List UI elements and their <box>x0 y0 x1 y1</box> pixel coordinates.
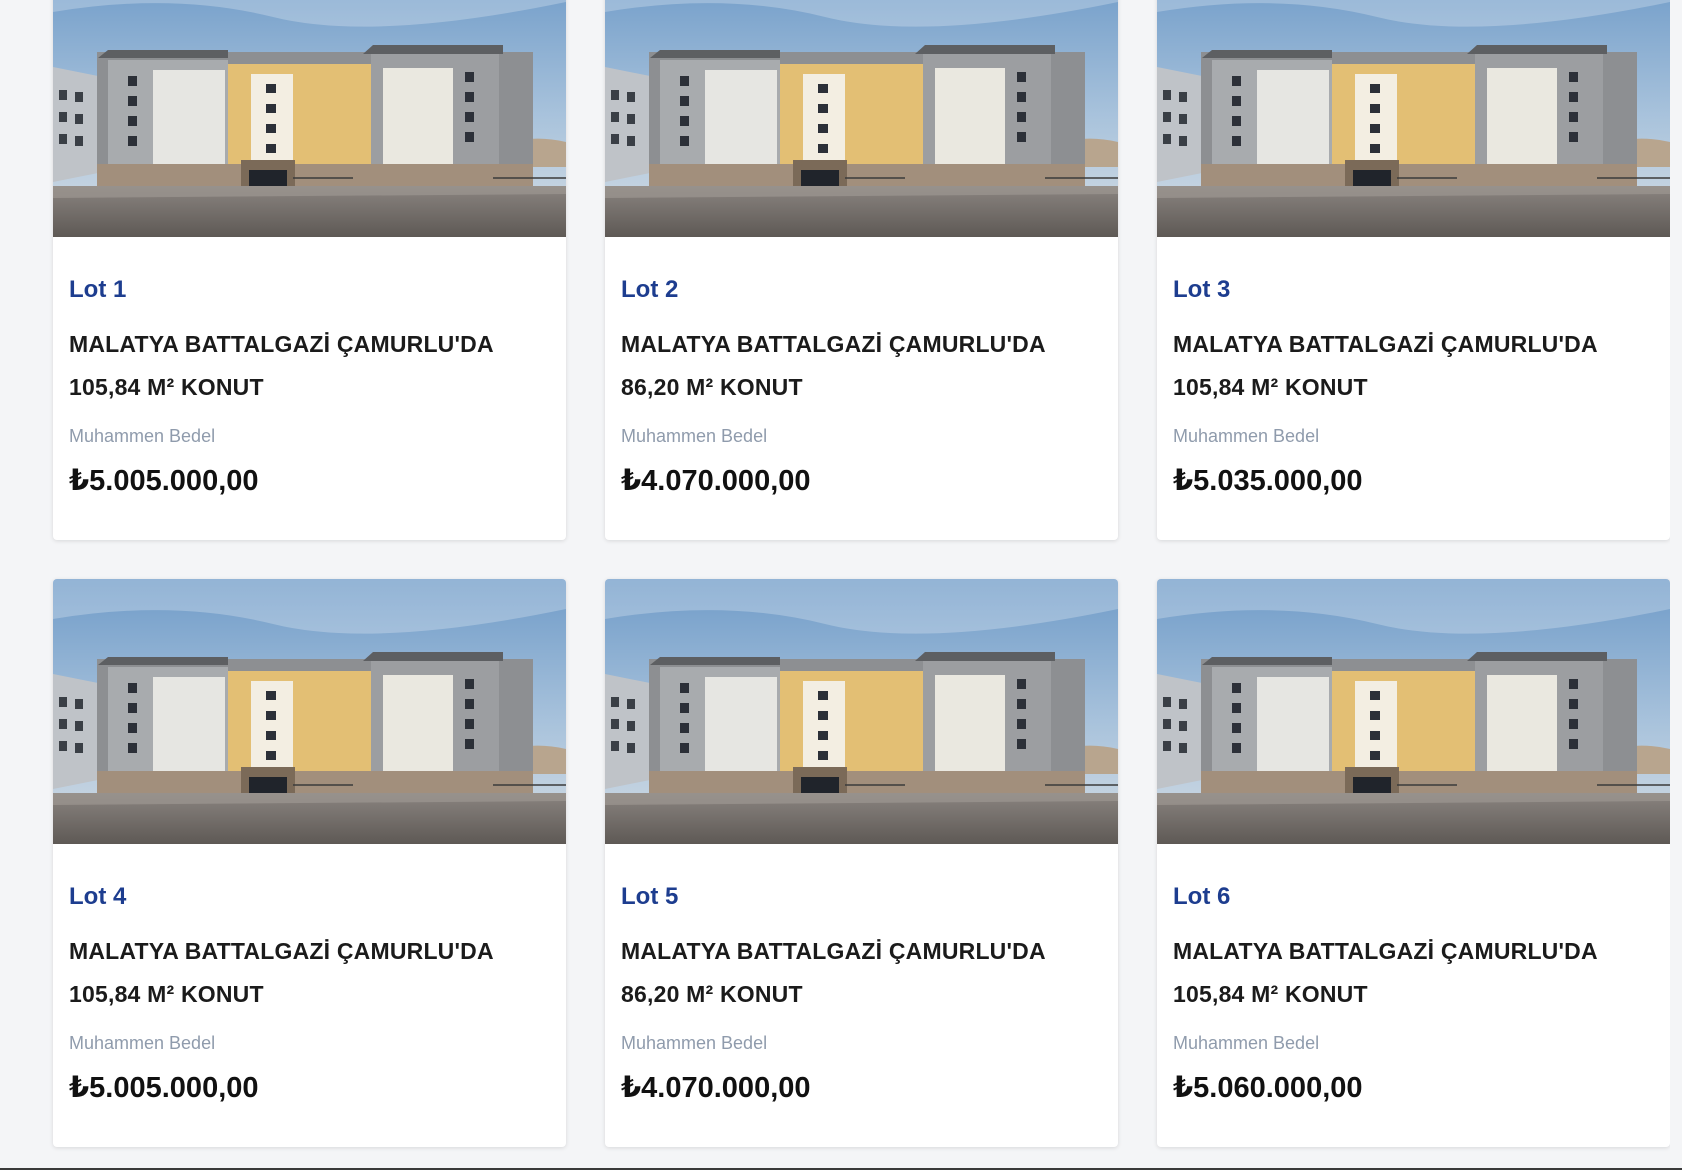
lot-title-line1: MALATYA BATTALGAZİ ÇAMURLU'DA <box>1173 331 1598 357</box>
lot-price: ₺4.070.000,00 <box>621 1072 811 1104</box>
lot-number[interactable]: Lot 4 <box>69 882 550 912</box>
price-label: Muhammen Bedel <box>621 1033 768 1053</box>
lot-price: ₺4.070.000,00 <box>621 465 811 497</box>
price-label: Muhammen Bedel <box>69 426 216 446</box>
lot-title-line2: 105,84 M² KONUT <box>69 374 264 400</box>
lot-card[interactable]: Lot 6 MALATYA BATTALGAZİ ÇAMURLU'DA 105,… <box>1157 579 1670 1147</box>
lot-title-line1: MALATYA BATTALGAZİ ÇAMURLU'DA <box>621 331 1046 357</box>
lot-title-line1: MALATYA BATTALGAZİ ÇAMURLU'DA <box>69 938 494 964</box>
lot-price: ₺5.005.000,00 <box>69 465 259 497</box>
building-photo-svg <box>1157 579 1670 844</box>
lot-card[interactable]: Lot 3 MALATYA BATTALGAZİ ÇAMURLU'DA 105,… <box>1157 0 1670 540</box>
property-photo[interactable] <box>1157 0 1670 237</box>
property-photo[interactable] <box>605 0 1118 237</box>
lot-card[interactable]: Lot 5 MALATYA BATTALGAZİ ÇAMURLU'DA 86,2… <box>605 579 1118 1147</box>
property-photo[interactable] <box>53 579 566 844</box>
lot-title-line1: MALATYA BATTALGAZİ ÇAMURLU'DA <box>621 938 1046 964</box>
lot-title-line2: 86,20 M² KONUT <box>621 374 803 400</box>
building-photo-svg <box>605 579 1118 844</box>
building-photo-svg <box>53 0 566 237</box>
lot-card[interactable]: Lot 2 MALATYA BATTALGAZİ ÇAMURLU'DA 86,2… <box>605 0 1118 540</box>
building-photo-svg <box>53 579 566 844</box>
lot-price: ₺5.060.000,00 <box>1173 1072 1363 1104</box>
lot-title[interactable]: MALATYA BATTALGAZİ ÇAMURLU'DA 105,84 M² … <box>69 323 550 409</box>
property-photo[interactable] <box>53 0 566 237</box>
property-photo[interactable] <box>605 579 1118 844</box>
lot-title[interactable]: MALATYA BATTALGAZİ ÇAMURLU'DA 105,84 M² … <box>1173 930 1654 1016</box>
lot-title-line1: MALATYA BATTALGAZİ ÇAMURLU'DA <box>69 331 494 357</box>
lot-title[interactable]: MALATYA BATTALGAZİ ÇAMURLU'DA 105,84 M² … <box>69 930 550 1016</box>
building-photo-svg <box>1157 0 1670 237</box>
lot-number[interactable]: Lot 2 <box>621 275 1102 305</box>
lot-number[interactable]: Lot 3 <box>1173 275 1654 305</box>
price-label: Muhammen Bedel <box>1173 426 1320 446</box>
lot-card[interactable]: Lot 1 MALATYA BATTALGAZİ ÇAMURLU'DA 105,… <box>53 0 566 540</box>
listing-page: Lot 1 MALATYA BATTALGAZİ ÇAMURLU'DA 105,… <box>0 0 1682 1168</box>
lot-title[interactable]: MALATYA BATTALGAZİ ÇAMURLU'DA 86,20 M² K… <box>621 323 1102 409</box>
page-scrollbar[interactable] <box>1670 0 1682 1168</box>
lot-price: ₺5.005.000,00 <box>69 1072 259 1104</box>
lot-number[interactable]: Lot 1 <box>69 275 550 305</box>
lot-title[interactable]: MALATYA BATTALGAZİ ÇAMURLU'DA 86,20 M² K… <box>621 930 1102 1016</box>
lot-title-line1: MALATYA BATTALGAZİ ÇAMURLU'DA <box>1173 938 1598 964</box>
lot-number[interactable]: Lot 5 <box>621 882 1102 912</box>
price-label: Muhammen Bedel <box>1173 1033 1320 1053</box>
lot-title-line2: 105,84 M² KONUT <box>69 981 264 1007</box>
lot-title[interactable]: MALATYA BATTALGAZİ ÇAMURLU'DA 105,84 M² … <box>1173 323 1654 409</box>
price-label: Muhammen Bedel <box>621 426 768 446</box>
lot-title-line2: 86,20 M² KONUT <box>621 981 803 1007</box>
price-label: Muhammen Bedel <box>69 1033 216 1053</box>
lot-title-line2: 105,84 M² KONUT <box>1173 981 1368 1007</box>
building-photo-svg <box>605 0 1118 237</box>
lot-number[interactable]: Lot 6 <box>1173 882 1654 912</box>
lot-price: ₺5.035.000,00 <box>1173 465 1363 497</box>
lot-title-line2: 105,84 M² KONUT <box>1173 374 1368 400</box>
property-photo[interactable] <box>1157 579 1670 844</box>
lot-grid: Lot 1 MALATYA BATTALGAZİ ÇAMURLU'DA 105,… <box>53 0 1671 1147</box>
lot-card[interactable]: Lot 4 MALATYA BATTALGAZİ ÇAMURLU'DA 105,… <box>53 579 566 1147</box>
